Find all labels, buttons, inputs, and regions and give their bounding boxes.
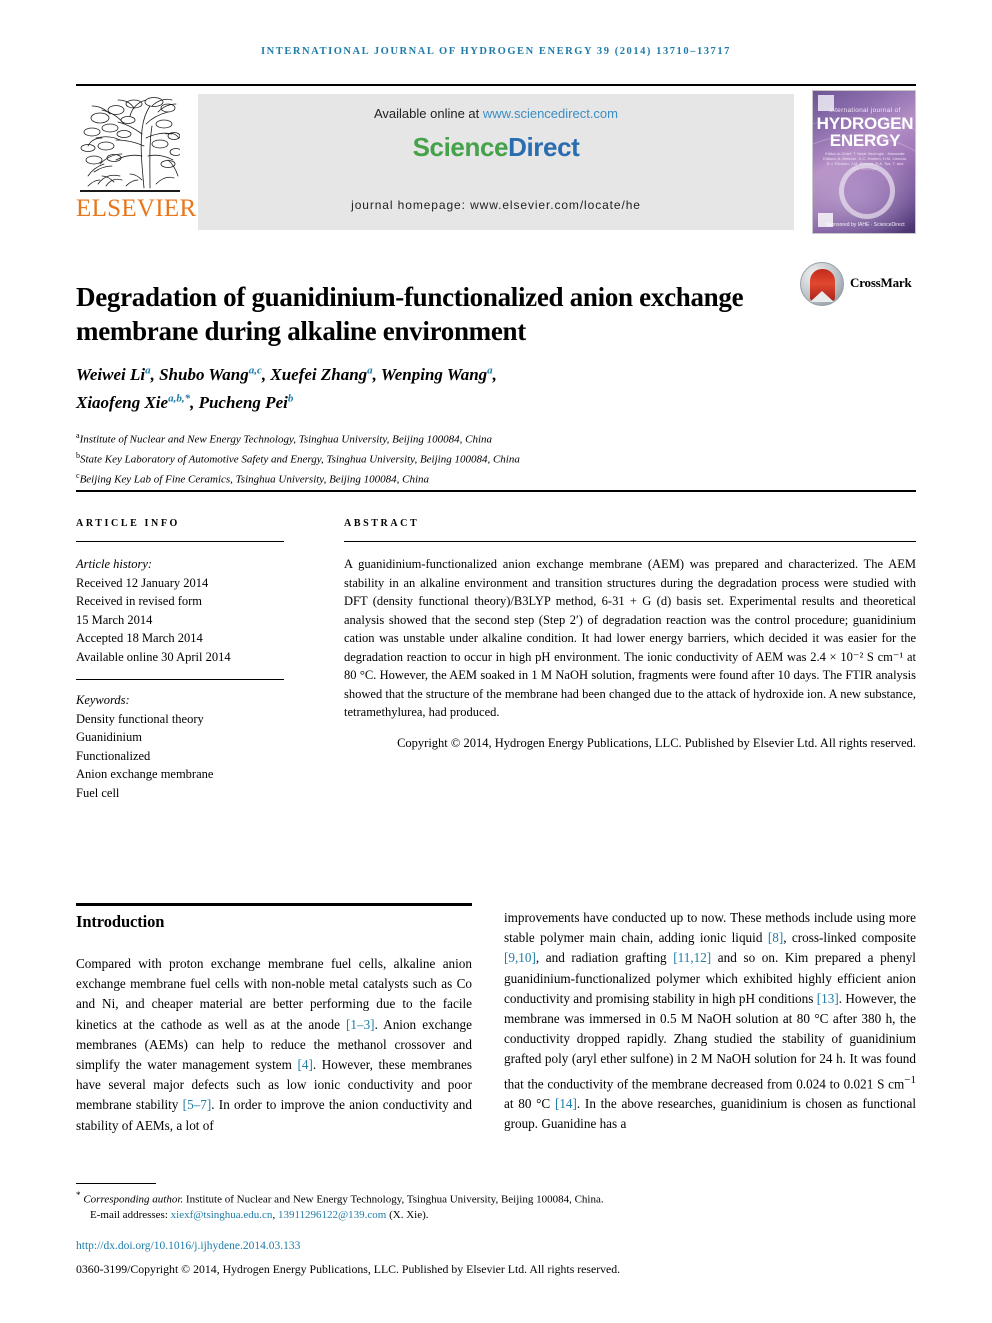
author-affil-marker: a [145, 364, 151, 376]
keyword-item: Guanidinium [76, 730, 142, 744]
article-title: Degradation of guanidinium-functionalize… [76, 282, 744, 347]
author-name: Weiwei Li [76, 364, 146, 384]
article-info-divider [76, 541, 284, 542]
affiliation-text: Beijing Key Lab of Fine Ceramics, Tsingh… [79, 473, 430, 486]
keywords-divider [76, 679, 284, 680]
article-history-item: Available online 30 April 2014 [76, 649, 231, 664]
footnote-block: * Corresponding author. Institute of Nuc… [76, 1188, 916, 1224]
running-head: International Journal of Hydrogen Energy… [261, 46, 731, 57]
keywords-block: Keywords: Density functional theory Guan… [76, 691, 284, 802]
abstract-heading: Abstract [344, 518, 420, 529]
sciencedirect-wordmark[interactable]: ScienceDirect [198, 132, 794, 163]
abstract-text: A guanidinium-functionalized anion excha… [344, 557, 916, 719]
article-history-item: Received 12 January 2014 [76, 575, 209, 590]
email-label: E-mail addresses: [90, 1209, 168, 1222]
article-history-item: Accepted 18 March 2014 [76, 631, 203, 645]
introduction-paragraph-left: Compared with proton exchange membrane f… [76, 956, 472, 1133]
crossmark-label: CrossMark [850, 275, 912, 290]
doi-link[interactable]: http://dx.doi.org/10.1016/j.ijhydene.201… [76, 1240, 916, 1252]
body-column-left: Introduction Compared with proton exchan… [76, 912, 472, 1136]
cover-footer-text: Sponsored by IAHE · ScienceDirect [825, 222, 905, 228]
available-online-prefix: Available online at [373, 106, 483, 121]
article-history: Article history: Received 12 January 201… [76, 555, 284, 666]
affiliation-item: bState Key Laboratory of Automotive Safe… [76, 448, 916, 468]
article-info-column: Article Info Article history: Received 1… [76, 518, 284, 802]
author-affil-marker: a [487, 364, 493, 376]
author-line-1: Weiwei Lia, Shubo Wanga,c, Xuefei Zhanga… [76, 364, 497, 384]
email-link-primary[interactable]: xiexf@tsinghua.edu.cn [171, 1209, 273, 1221]
corresponding-author-note: * Corresponding author. Institute of Nuc… [76, 1188, 916, 1208]
author-name: Xiaofeng Xie [76, 393, 169, 413]
author-name: Shubo Wang [159, 364, 249, 384]
affiliation-text: Institute of Nuclear and New Energy Tech… [79, 433, 493, 446]
journal-article-page: International Journal of Hydrogen Energy… [0, 0, 992, 1323]
article-history-item: 15 March 2014 [76, 612, 153, 627]
affiliation-item: cBeijing Key Lab of Fine Ceramics, Tsing… [76, 468, 916, 488]
email-link-secondary[interactable]: 13911296122@139.com [278, 1209, 386, 1221]
introduction-top-rule [76, 903, 472, 906]
affiliation-item: aInstitute of Nuclear and New Energy Tec… [76, 428, 916, 448]
keyword-item: Fuel cell [76, 785, 120, 800]
author-affil-marker: a [367, 364, 373, 376]
info-section-top-rule [76, 490, 916, 492]
masthead-top-rule [76, 84, 916, 86]
footnote-rule [76, 1183, 156, 1184]
author-affil-marker: a,b,* [168, 392, 191, 405]
corresponding-author-address: Institute of Nuclear and New Energy Tech… [183, 1193, 604, 1206]
keyword-item: Anion exchange membrane [76, 767, 214, 781]
author-name: Pucheng Pei [198, 393, 288, 413]
email-owner: (X. Xie). [389, 1209, 429, 1222]
crossmark-icon [800, 262, 844, 306]
author-line-2: Xiaofeng Xiea,b,*, Pucheng Peib [76, 392, 294, 413]
journal-cover-image: international journal of HYDROGEN ENERGY… [812, 90, 916, 234]
elsevier-logo: ELSEVIER [76, 90, 197, 234]
corresponding-author-label: Corresponding author. [83, 1193, 184, 1206]
affiliation-text: State Key Laboratory of Automotive Safet… [80, 453, 520, 466]
keyword-item: Density functional theory [76, 711, 204, 726]
article-history-label: Article history: [76, 557, 153, 571]
author-name: Wenping Wang [380, 364, 488, 384]
affiliation-list: aInstitute of Nuclear and New Energy Tec… [76, 428, 916, 488]
author-list: Weiwei Lia, Shubo Wanga,c, Xuefei Zhanga… [76, 358, 776, 415]
section-heading-introduction: Introduction [76, 912, 165, 931]
introduction-paragraph-right: improvements have conducted up to now. T… [504, 910, 916, 1132]
author-affil-marker: a,c [248, 364, 262, 376]
keyword-item: Functionalized [76, 748, 151, 763]
sciencedirect-word-direct: Direct [508, 132, 580, 162]
cover-kicker: international journal of [829, 107, 901, 114]
author-affil-marker: b [287, 392, 294, 405]
sciencedirect-panel: Available online at www.sciencedirect.co… [198, 94, 794, 230]
sciencedirect-url-link[interactable]: www.sciencedirect.com [483, 106, 618, 121]
article-history-item: Received in revised form [76, 594, 202, 608]
crossmark-icon-notch [810, 291, 834, 302]
journal-homepage-link[interactable]: journal homepage: www.elsevier.com/locat… [198, 198, 794, 212]
cover-title: HYDROGEN ENERGY [813, 115, 915, 150]
elsevier-wordmark: ELSEVIER [76, 195, 197, 222]
cover-ring-graphic [839, 163, 895, 219]
keywords-label: Keywords: [76, 693, 130, 707]
body-column-right: improvements have conducted up to now. T… [504, 908, 916, 1135]
abstract-divider [344, 541, 916, 542]
elsevier-tree-icon [80, 94, 180, 190]
issn-copyright-line: 0360-3199/Copyright © 2014, Hydrogen Ene… [76, 1262, 621, 1276]
sciencedirect-word-science: Science [412, 132, 509, 162]
abstract-copyright: Copyright © 2014, Hydrogen Energy Public… [397, 736, 916, 750]
article-info-heading: Article Info [76, 518, 180, 529]
corresponding-author-marker: * [76, 1190, 81, 1200]
cover-title-line2: ENERGY [829, 131, 901, 150]
crossmark-badge[interactable]: CrossMark [800, 262, 918, 308]
abstract-column: Abstract A guanidinium-functionalized an… [344, 518, 916, 765]
author-name: Xuefei Zhang [270, 364, 368, 384]
masthead: ELSEVIER Available online at www.science… [76, 90, 916, 234]
available-online-line: Available online at www.sciencedirect.co… [198, 106, 794, 121]
elsevier-tree-baseline [80, 190, 180, 192]
email-note: E-mail addresses: xiexf@tsinghua.edu.cn,… [90, 1209, 429, 1222]
